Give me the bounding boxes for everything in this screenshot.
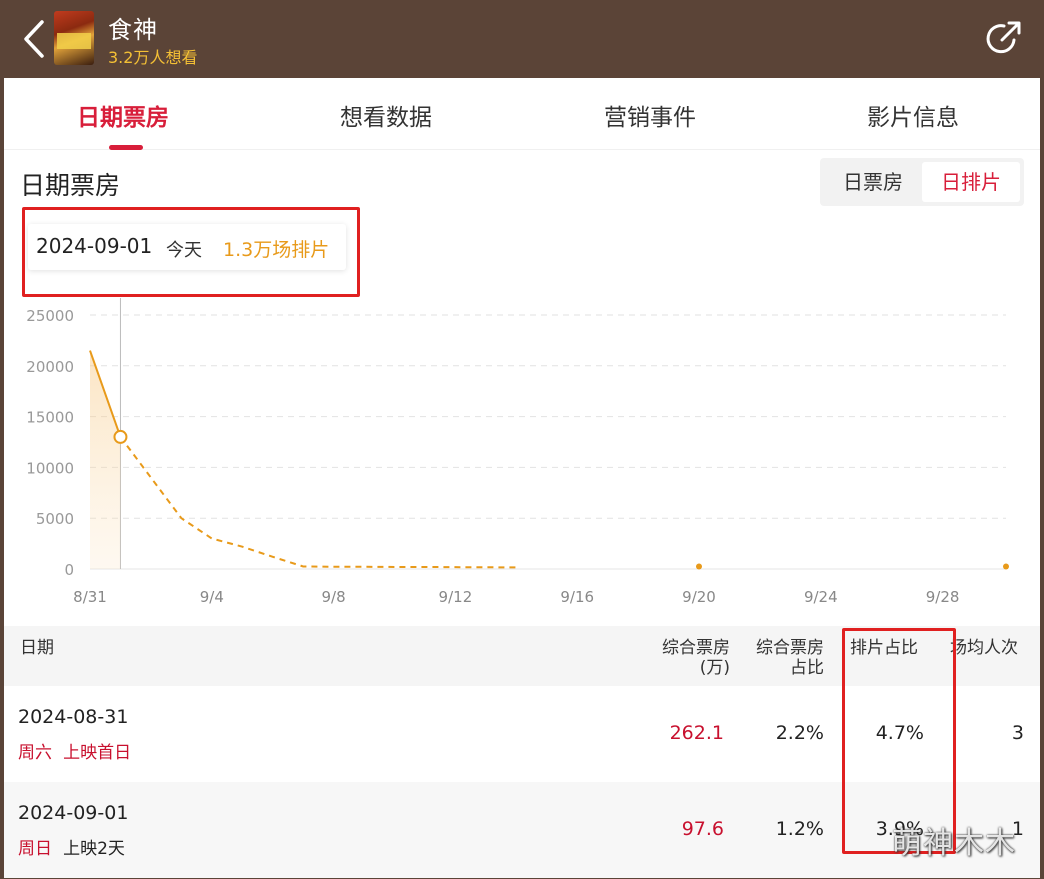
x-tick-label: 9/16	[560, 588, 594, 606]
row-screening-share: 3.9%	[875, 818, 924, 840]
row-avg-attendance: 1	[1011, 818, 1024, 840]
table-row[interactable]: 2024-08-31 周六 上映首日 262.1 2.2% 4.7% 3	[4, 686, 1040, 782]
y-tick-label: 5000	[36, 510, 74, 528]
row-avg-attendance: 3	[1011, 722, 1024, 744]
view-toggle: 日票房 日排片	[820, 158, 1024, 206]
chevron-left-icon	[24, 20, 44, 58]
content-panel: 日期票房 想看数据 营销事件 影片信息 日期票房 日票房 日排片 2024-09…	[4, 78, 1040, 878]
x-tick-label: 9/8	[322, 588, 346, 606]
app-header: 食神 3.2万人想看	[0, 0, 1044, 78]
data-point	[696, 563, 702, 570]
th-date: 日期	[20, 638, 54, 658]
want-count: 3.2万人想看	[108, 48, 198, 67]
share-icon	[986, 21, 1021, 54]
tab-movie-info[interactable]: 影片信息	[867, 98, 959, 132]
row-box-office: 262.1	[669, 722, 724, 744]
selected-point	[113, 429, 128, 444]
tooltip-date: 2024-09-01	[36, 234, 153, 258]
section-title: 日期票房	[20, 171, 121, 200]
toggle-daily-box-office[interactable]: 日票房	[824, 162, 922, 202]
data-point	[1003, 563, 1009, 570]
row-box-office: 97.6	[681, 818, 724, 840]
x-tick-label: 9/4	[200, 588, 224, 606]
th-box-office: 综合票房 (万)	[662, 638, 730, 678]
row-subtitle: 周六 上映首日	[18, 743, 132, 763]
row-subtitle: 周日 上映2天	[18, 839, 125, 859]
row-date: 2024-08-31	[18, 706, 129, 728]
row-screening-share: 4.7%	[875, 722, 924, 744]
active-tab-indicator	[109, 145, 143, 150]
back-button[interactable]	[18, 18, 50, 60]
tab-marketing-events[interactable]: 营销事件	[604, 98, 696, 132]
y-tick-label: 25000	[26, 307, 74, 325]
table-header: 日期 综合票房 (万) 综合票房 占比 排片占比 场均人次	[4, 626, 1040, 686]
actual-area	[90, 350, 121, 569]
tab-want-data[interactable]: 想看数据	[340, 98, 432, 132]
row-box-office-share: 1.2%	[775, 818, 824, 840]
x-tick-label: 9/12	[439, 588, 473, 606]
y-tick-label: 15000	[26, 409, 74, 427]
x-tick-label: 9/24	[804, 588, 838, 606]
movie-title: 食神	[108, 16, 158, 44]
tab-daily-box-office[interactable]: 日期票房	[77, 98, 169, 132]
y-tick-label: 20000	[26, 358, 74, 376]
chart-tooltip: 2024-09-01 今天 1.3万场排片	[28, 224, 346, 270]
toggle-daily-screenings[interactable]: 日排片	[922, 162, 1020, 202]
th-avg-attendance: 场均人次	[950, 638, 1018, 658]
row-box-office-share: 2.2%	[775, 722, 824, 744]
row-date: 2024-09-01	[18, 802, 129, 824]
share-button[interactable]	[984, 18, 1024, 58]
tab-bar: 日期票房 想看数据 营销事件 影片信息	[4, 78, 1040, 150]
screening-line-chart[interactable]: 25000 20000 15000 10000 5000 0 8/31 9/4 9/8 9/12…	[4, 298, 1040, 618]
forecast-series-line	[119, 436, 517, 569]
th-box-office-share: 综合票房 占比	[756, 638, 824, 678]
x-tick-label: 8/31	[73, 588, 107, 606]
x-tick-label: 9/20	[682, 588, 716, 606]
tooltip-today-label: 今天	[166, 240, 202, 261]
movie-poster	[54, 11, 94, 65]
table-row[interactable]: 2024-09-01 周日 上映2天 97.6 1.2% 3.9% 1	[4, 782, 1040, 878]
y-tick-label: 0	[64, 561, 74, 579]
tooltip-value: 1.3万场排片	[223, 239, 330, 261]
x-tick-label: 9/28	[926, 588, 960, 606]
y-tick-label: 10000	[26, 459, 74, 477]
th-screening-share: 排片占比	[850, 638, 918, 658]
